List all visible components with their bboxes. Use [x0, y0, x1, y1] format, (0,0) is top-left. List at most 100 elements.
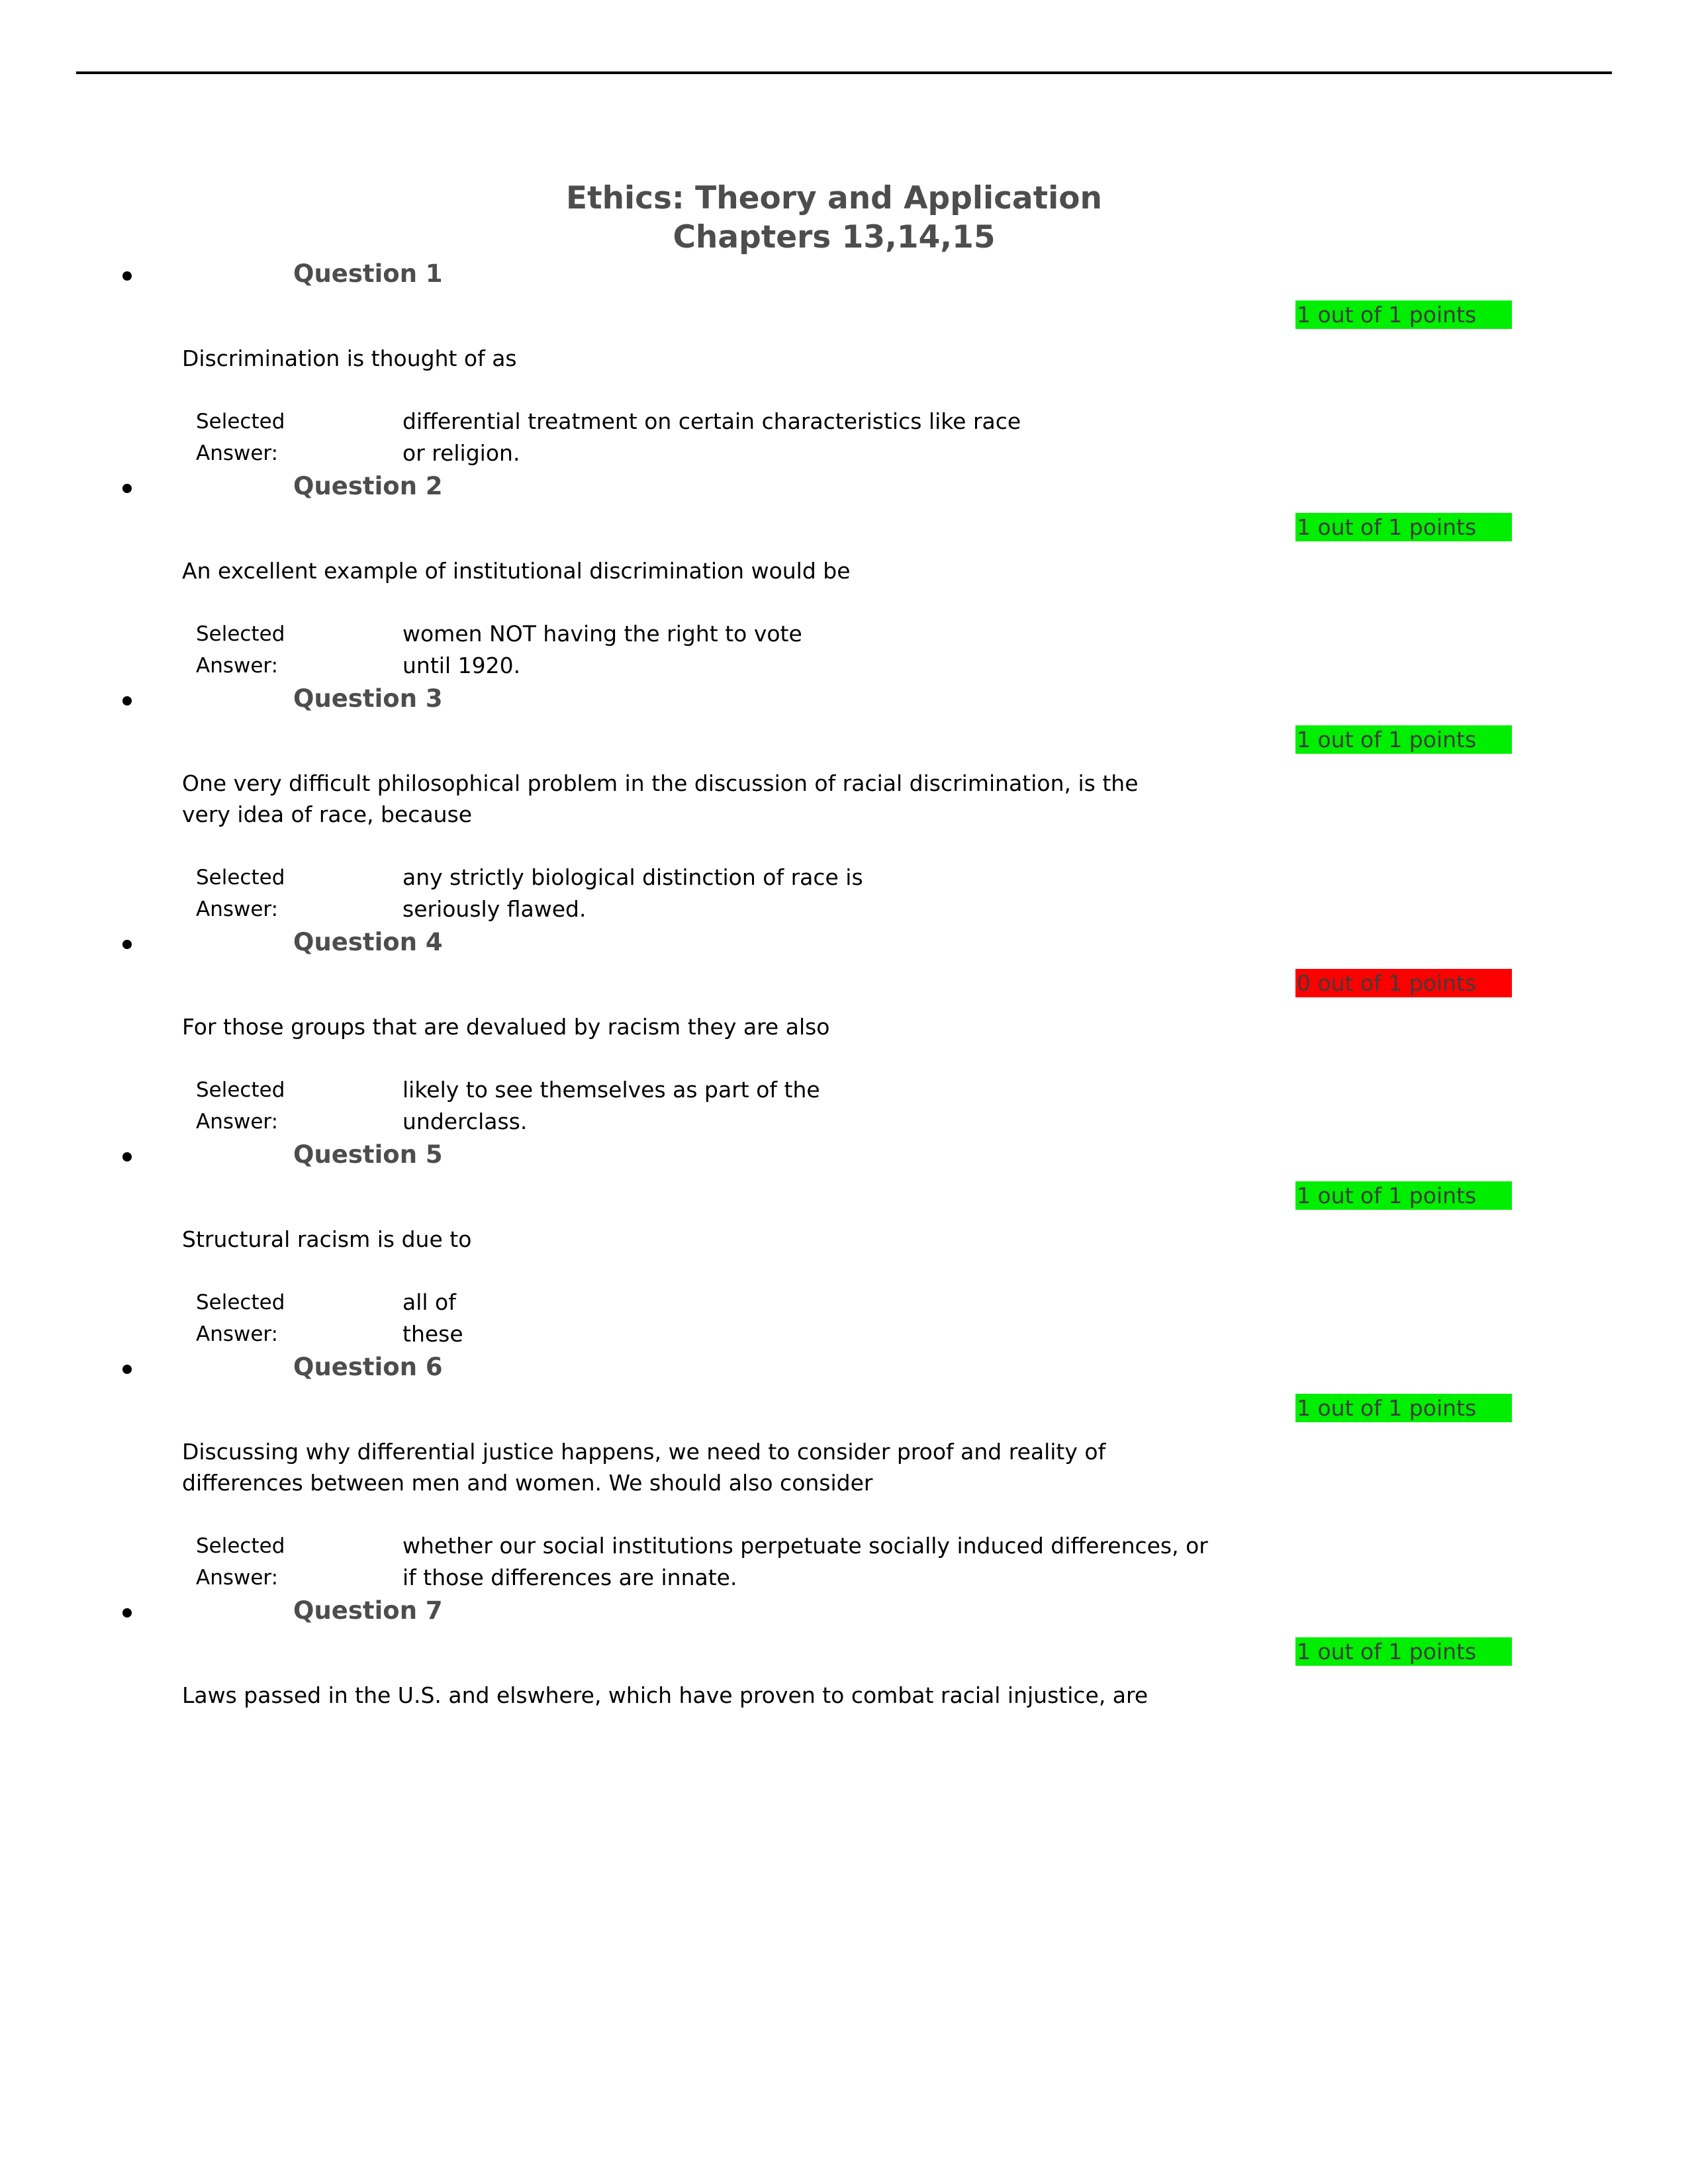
points-row: 0 out of 1 points: [0, 965, 1688, 1003]
question-block: Question 4 0 out of 1 points For those gro…: [0, 925, 1688, 1138]
question-heading: Question 6: [293, 1353, 443, 1381]
bullet-icon: [122, 696, 132, 705]
selected-answer-value: whether our social institutions perpetua…: [402, 1530, 1528, 1594]
question-heading-row: Question 6: [0, 1350, 1688, 1390]
selected-answer-value: any strictly biological distinction of r…: [402, 862, 1528, 925]
points-badge: 1 out of 1 points: [1295, 725, 1512, 754]
question-prompt-line: An excellent example of institutional di…: [182, 558, 851, 584]
question-prompt: An excellent example of institutional di…: [182, 555, 1440, 586]
bullet-icon: [122, 940, 132, 949]
bullet-icon: [122, 1608, 132, 1617]
question-heading: Question 3: [293, 684, 443, 713]
selected-answer-value-line: these: [402, 1321, 463, 1347]
question-prompt-line: Discrimination is thought of as: [182, 345, 517, 371]
selected-answer-value-line: or religion.: [402, 440, 520, 466]
header-divider: [76, 71, 1612, 74]
selected-answer-value-line: seriously flawed.: [402, 896, 586, 922]
points-badge: 1 out of 1 points: [1295, 1181, 1512, 1210]
selected-answer-label: Selected Answer:: [196, 1287, 395, 1350]
question-prompt-line: very idea of race, because: [182, 801, 473, 827]
question-heading: Question 1: [293, 259, 443, 288]
selected-answer-label-line: Answer:: [196, 1322, 279, 1346]
points-badge: 1 out of 1 points: [1295, 300, 1512, 329]
question-prompt-line: Structural racism is due to: [182, 1226, 472, 1252]
selected-answer-value-line: if those differences are innate.: [402, 1565, 737, 1590]
question-prompt: One very difficult philosophical problem…: [182, 768, 1440, 830]
questions-list: Question 1 1 out of 1 points Discriminatio…: [0, 257, 1688, 1711]
question-heading-row: Question 7: [0, 1594, 1688, 1633]
bullet-icon: [122, 271, 132, 281]
question-prompt: Laws passed in the U.S. and elswhere, wh…: [182, 1680, 1440, 1711]
selected-answer-value-line: likely to see themselves as part of the: [402, 1077, 820, 1103]
question-heading-row: Question 5: [0, 1138, 1688, 1177]
selected-answer-value: differential treatment on certain charac…: [402, 406, 1528, 469]
points-row: 1 out of 1 points: [0, 1390, 1688, 1428]
selected-answer-label-line: Selected: [196, 622, 285, 646]
selected-answer-label-line: Answer:: [196, 1566, 279, 1590]
selected-answer-row: Selected Answer: any strictly biological d…: [0, 862, 1688, 925]
selected-answer-value: women NOT having the right to vote until …: [402, 618, 1528, 682]
points-row: 1 out of 1 points: [0, 1633, 1688, 1672]
selected-answer-label: Selected Answer:: [196, 862, 395, 925]
points-badge: 1 out of 1 points: [1295, 1394, 1512, 1422]
selected-answer-label-line: Selected: [196, 410, 285, 433]
question-block: Question 3 1 out of 1 points One very diff…: [0, 682, 1688, 925]
selected-answer-value-line: women NOT having the right to vote: [402, 621, 802, 647]
selected-answer-label-line: Selected: [196, 1534, 285, 1558]
bullet-icon: [122, 1365, 132, 1374]
selected-answer-label-line: Selected: [196, 1078, 285, 1102]
question-heading-row: Question 3: [0, 682, 1688, 721]
question-heading: Question 5: [293, 1140, 443, 1169]
selected-answer-label: Selected Answer:: [196, 1074, 395, 1138]
points-badge: 1 out of 1 points: [1295, 1637, 1512, 1666]
question-heading: Question 4: [293, 928, 443, 956]
selected-answer-label: Selected Answer:: [196, 406, 395, 469]
question-prompt: Discussing why differential justice happ…: [182, 1436, 1440, 1498]
question-block: Question 2 1 out of 1 points An excellent …: [0, 469, 1688, 682]
question-prompt: Discrimination is thought of as: [182, 343, 1440, 374]
bullet-icon: [122, 1152, 132, 1161]
selected-answer-label-line: Selected: [196, 1291, 285, 1314]
selected-answer-value: all of these: [402, 1287, 1528, 1350]
selected-answer-value-line: whether our social institutions perpetua…: [402, 1533, 1208, 1559]
selected-answer-row: Selected Answer: women NOT having the righ…: [0, 618, 1688, 682]
selected-answer-value-line: all of: [402, 1289, 456, 1315]
selected-answer-value-line: underclass.: [402, 1109, 528, 1134]
question-prompt: Structural racism is due to: [182, 1224, 1440, 1255]
document-content: Ethics: Theory and Application Chapters 1…: [0, 179, 1688, 1711]
selected-answer-value: likely to see themselves as part of the u…: [402, 1074, 1528, 1138]
points-row: 1 out of 1 points: [0, 296, 1688, 335]
points-row: 1 out of 1 points: [0, 1177, 1688, 1216]
points-row: 1 out of 1 points: [0, 509, 1688, 547]
question-prompt-line: Discussing why differential justice happ…: [182, 1439, 1106, 1465]
question-prompt-line: One very difficult philosophical problem…: [182, 770, 1139, 796]
points-badge: 0 out of 1 points: [1295, 969, 1512, 997]
selected-answer-label-line: Answer:: [196, 1110, 279, 1134]
selected-answer-value-line: until 1920.: [402, 653, 521, 678]
question-block: Question 5 1 out of 1 points Structural ra…: [0, 1138, 1688, 1350]
selected-answer-row: Selected Answer: likely to see themselves …: [0, 1074, 1688, 1138]
question-heading: Question 2: [293, 472, 443, 500]
selected-answer-label-line: Selected: [196, 866, 285, 889]
selected-answer-row: Selected Answer: differential treatment on…: [0, 406, 1688, 469]
selected-answer-label: Selected Answer:: [196, 1530, 395, 1594]
question-block: Question 7 1 out of 1 points Laws passed i…: [0, 1594, 1688, 1711]
question-heading-row: Question 2: [0, 469, 1688, 509]
selected-answer-label: Selected Answer:: [196, 618, 395, 682]
selected-answer-label-line: Answer:: [196, 441, 279, 465]
question-block: Question 6 1 out of 1 points Discussing wh…: [0, 1350, 1688, 1594]
question-prompt-line: Laws passed in the U.S. and elswhere, wh…: [182, 1682, 1149, 1708]
document-page: Ethics: Theory and Application Chapters 1…: [0, 0, 1688, 2184]
page-title: Ethics: Theory and Application Chapters 1…: [0, 179, 1688, 257]
question-heading: Question 7: [293, 1596, 443, 1625]
selected-answer-label-line: Answer:: [196, 897, 279, 921]
question-heading-row: Question 1: [0, 257, 1688, 296]
page-title-line-1: Ethics: Theory and Application: [566, 180, 1102, 216]
bullet-icon: [122, 484, 132, 493]
question-prompt-line: For those groups that are devalued by ra…: [182, 1014, 830, 1040]
question-block: Question 1 1 out of 1 points Discriminatio…: [0, 257, 1688, 469]
question-prompt-line: differences between men and women. We sh…: [182, 1470, 873, 1496]
selected-answer-row: Selected Answer: whether our social instit…: [0, 1530, 1688, 1594]
question-heading-row: Question 4: [0, 925, 1688, 965]
points-badge: 1 out of 1 points: [1295, 513, 1512, 541]
